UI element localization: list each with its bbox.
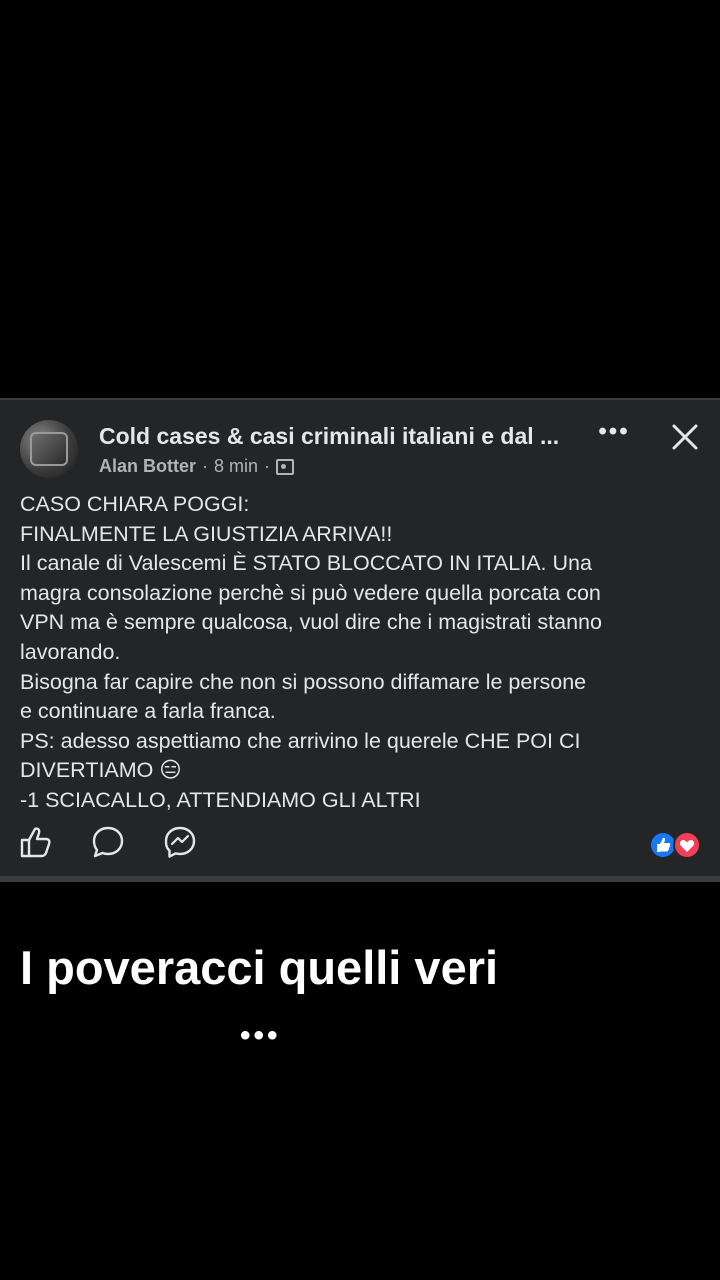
post-text-line: -1 SCIACALLO, ATTENDIAMO GLI ALTRI xyxy=(20,787,421,812)
group-audience-icon xyxy=(276,458,295,475)
caption-ellipsis: ••• xyxy=(240,1019,281,1052)
caption-text: I poveracci quelli veri xyxy=(20,941,499,994)
post-text-line: FINALMENTE LA GIUSTIZIA ARRIVA!! xyxy=(20,521,393,546)
post-meta: Alan Botter · 8 min · xyxy=(99,456,295,477)
post-body: CASO CHIARA POGGI: FINALMENTE LA GIUSTIZ… xyxy=(20,490,710,816)
post-text-line: lavorando. xyxy=(20,639,121,664)
close-button[interactable] xyxy=(668,420,702,454)
post-text-line: PS: adesso aspettiamo che arrivino le qu… xyxy=(20,728,581,753)
post-text-line: e continuare a farla franca. xyxy=(20,699,276,724)
post-text-line: Il canale di Valescemi È STATO BLOCCATO … xyxy=(20,551,592,576)
post-actions xyxy=(18,824,708,864)
post-text-line: magra consolazione perchè si può vedere … xyxy=(20,580,601,605)
more-options-button[interactable]: ••• xyxy=(596,420,632,450)
more-options-icon: ••• xyxy=(598,418,630,445)
post-text-line: DIVERTIAMO 😑 xyxy=(20,758,182,783)
post-text-line: CASO CHIARA POGGI: xyxy=(20,492,250,516)
author-name[interactable]: Alan Botter xyxy=(99,456,196,477)
screen: Cold cases & casi criminali italiani e d… xyxy=(0,0,720,1280)
like-button[interactable] xyxy=(18,824,58,864)
messenger-share-icon xyxy=(164,826,196,858)
post-text-line: VPN ma è sempre qualcosa, vuol dire che … xyxy=(20,610,602,635)
post-card: Cold cases & casi criminali italiani e d… xyxy=(0,398,720,882)
comment-button[interactable] xyxy=(90,824,130,864)
group-name[interactable]: Cold cases & casi criminali italiani e d… xyxy=(99,423,559,450)
like-icon xyxy=(20,827,51,858)
love-reaction-icon xyxy=(673,831,701,859)
comment-icon xyxy=(92,826,124,858)
reaction-summary[interactable] xyxy=(648,830,704,859)
share-button[interactable] xyxy=(162,824,202,864)
post-time[interactable]: 8 min xyxy=(214,456,258,477)
group-avatar[interactable] xyxy=(20,420,78,478)
avatar-image xyxy=(30,432,68,466)
close-icon xyxy=(672,424,698,450)
meta-separator: · xyxy=(202,456,209,476)
post-text-line: Bisogna far capire che non si possono di… xyxy=(20,669,587,694)
meta-separator: · xyxy=(264,456,271,476)
